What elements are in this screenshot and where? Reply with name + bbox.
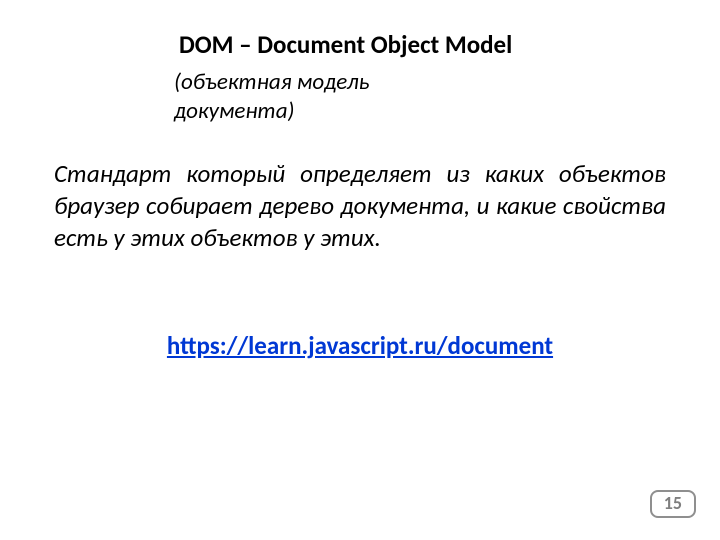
reference-link[interactable]: https://learn.javascript.ru/document xyxy=(167,330,553,361)
page-number-badge: 15 xyxy=(650,490,696,518)
link-container: https://learn.javascript.ru/document xyxy=(0,330,720,361)
slide-subtitle: (объектная модель документа) xyxy=(174,68,484,126)
slide: DOM – Document Object Model (объектная м… xyxy=(0,0,720,540)
body-text: Стандарт который определяет из каких объ… xyxy=(54,158,666,254)
slide-title: DOM – Document Object Model xyxy=(179,30,512,60)
